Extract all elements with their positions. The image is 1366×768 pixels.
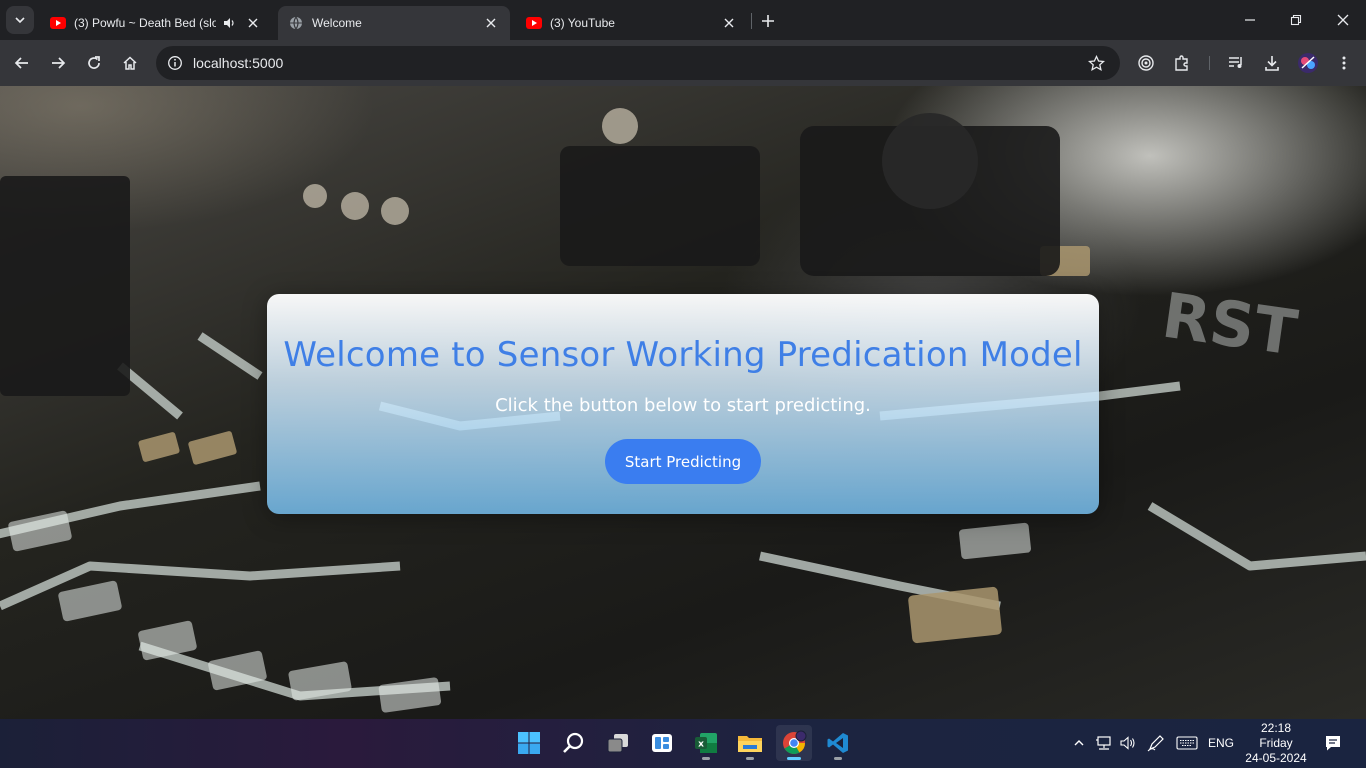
running-indicator — [787, 757, 801, 760]
download-icon — [1265, 56, 1279, 71]
close-tab-icon[interactable] — [482, 14, 500, 32]
tab-title: Welcome — [312, 16, 362, 30]
arrow-left-icon — [14, 57, 28, 69]
minimize-icon — [1245, 19, 1255, 21]
menu-button[interactable] — [1330, 49, 1358, 77]
notification-icon — [1326, 736, 1340, 751]
close-icon — [1337, 14, 1349, 26]
browser-toolbar: localhost:5000 — [0, 40, 1366, 86]
arrow-right-icon — [52, 57, 66, 69]
avatar — [1298, 53, 1318, 73]
chevron-up-icon — [1074, 740, 1084, 746]
reload-button[interactable] — [80, 49, 108, 77]
back-button[interactable] — [8, 49, 36, 77]
volume-button[interactable] — [1118, 731, 1138, 755]
start-button[interactable] — [511, 725, 547, 761]
tab-search-button[interactable] — [6, 6, 34, 34]
new-tab-button[interactable] — [756, 9, 780, 33]
svg-text:x: x — [698, 740, 704, 750]
vscode-icon — [827, 733, 848, 753]
tab-welcome[interactable]: Welcome — [278, 6, 510, 40]
tab-title: (3) Powfu ~ Death Bed (slow — [74, 16, 216, 30]
language-indicator[interactable]: ENG — [1206, 731, 1236, 755]
extensions-button[interactable] — [1168, 49, 1196, 77]
target-icon — [1138, 55, 1154, 71]
minimize-button[interactable] — [1227, 0, 1273, 40]
windows-taskbar: x ENG 22:18 Friday 24-05-2024 — [0, 719, 1366, 768]
chevron-down-icon — [15, 17, 25, 24]
extension-button[interactable] — [1132, 49, 1160, 77]
network-icon — [1096, 736, 1111, 750]
task-view-button[interactable] — [600, 725, 636, 761]
puzzle-icon — [1175, 55, 1188, 71]
excel-icon: x — [695, 733, 717, 753]
tab-divider — [751, 13, 752, 29]
keyboard-icon — [1176, 736, 1198, 750]
clock[interactable]: 22:18 Friday 24-05-2024 — [1240, 721, 1312, 766]
running-indicator — [702, 757, 710, 760]
tab-strip: (3) Powfu ~ Death Bed (slow Welcome (3) … — [0, 0, 1366, 40]
page-title: Welcome to Sensor Working Predication Mo… — [283, 335, 1083, 375]
tab-title: (3) YouTube — [550, 16, 615, 30]
page-subtitle: Click the button below to start predicti… — [495, 395, 871, 416]
downloads-button[interactable] — [1258, 49, 1286, 77]
home-button[interactable] — [116, 49, 144, 77]
reload-icon — [88, 56, 100, 69]
toolbar-separator — [1209, 56, 1210, 70]
forward-button[interactable] — [44, 49, 72, 77]
file-explorer-app[interactable] — [732, 725, 768, 761]
chrome-icon — [783, 730, 807, 754]
page-viewport: RST Welcome to Sensor Working Predicatio… — [0, 86, 1366, 719]
close-tab-icon[interactable] — [244, 14, 262, 32]
profile-button[interactable] — [1294, 49, 1322, 77]
file-explorer-icon — [738, 736, 762, 752]
tab-youtube-music[interactable]: (3) Powfu ~ Death Bed (slow — [40, 6, 272, 40]
close-window-button[interactable] — [1320, 0, 1366, 40]
address-bar[interactable]: localhost:5000 — [156, 46, 1120, 80]
plus-icon — [762, 15, 774, 27]
restore-button[interactable] — [1273, 0, 1319, 40]
chrome-app[interactable] — [776, 725, 812, 761]
speaker-icon[interactable] — [220, 14, 238, 32]
search-icon — [563, 732, 584, 753]
tab-youtube[interactable]: (3) YouTube — [516, 6, 748, 40]
music-queue-icon — [1229, 57, 1242, 68]
bookmark-star-icon[interactable] — [1086, 53, 1106, 73]
widgets-button[interactable] — [644, 725, 680, 761]
search-button[interactable] — [556, 725, 592, 761]
vscode-app[interactable] — [820, 725, 856, 761]
more-vertical-icon — [1342, 56, 1346, 70]
address-text[interactable]: localhost:5000 — [193, 55, 283, 71]
clock-day: Friday — [1259, 736, 1293, 750]
widgets-icon — [652, 734, 672, 752]
clock-time: 22:18 — [1260, 721, 1292, 735]
running-indicator — [834, 757, 842, 760]
youtube-icon — [50, 15, 66, 31]
volume-icon — [1120, 736, 1135, 750]
restore-icon — [1290, 14, 1302, 26]
task-view-icon — [607, 734, 628, 753]
start-icon — [518, 732, 540, 754]
svg-text:RST: RST — [1158, 279, 1302, 370]
notifications-button[interactable] — [1322, 731, 1344, 755]
network-button[interactable] — [1094, 731, 1114, 755]
excel-app[interactable]: x — [688, 725, 724, 761]
close-tab-icon[interactable] — [720, 14, 738, 32]
show-hidden-icons-button[interactable] — [1070, 731, 1088, 755]
home-icon — [123, 56, 137, 70]
pen-icon — [1147, 735, 1164, 752]
keyboard-button[interactable] — [1175, 731, 1199, 755]
youtube-icon — [526, 15, 542, 31]
globe-icon — [288, 15, 304, 31]
running-indicator — [746, 757, 754, 760]
media-control-button[interactable] — [1222, 49, 1250, 77]
start-predicting-button[interactable]: Start Predicting — [605, 439, 761, 484]
welcome-card: Welcome to Sensor Working Predication Mo… — [267, 294, 1099, 514]
site-info-icon[interactable] — [164, 52, 186, 74]
pen-button[interactable] — [1146, 731, 1166, 755]
clock-date: 24-05-2024 — [1245, 751, 1307, 765]
